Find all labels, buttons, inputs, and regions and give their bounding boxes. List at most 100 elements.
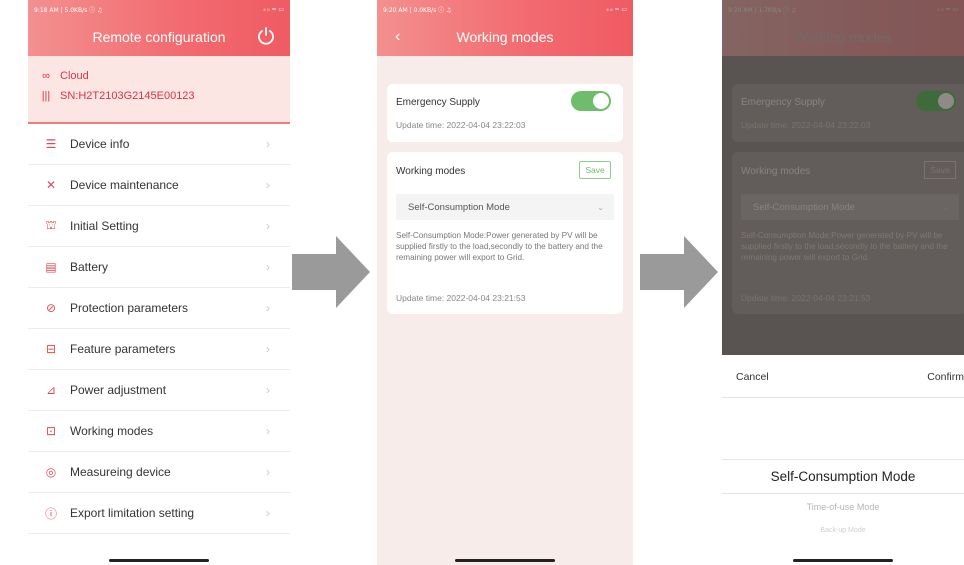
- menu-item-label: Working modes: [70, 424, 154, 438]
- status-right: ᵢₗ ᵢₗ ≈ ▭: [606, 5, 627, 13]
- connection-info: ∞ Cloud ||| SN:H2T2103G2145E00123: [28, 56, 290, 124]
- arrow-right-icon: [292, 236, 370, 308]
- header: 9:20 AM | 1.7KB/s ⓘ ♫ ᵢₗ ᵢₗ ≈ ▭ ‹ Workin…: [722, 0, 964, 56]
- menu-item-label: Initial Setting: [70, 219, 139, 233]
- mode-description: Self-Consumption Mode:Power generated by…: [396, 231, 603, 262]
- cloud-label: Cloud: [60, 70, 89, 82]
- page-title: Remote configuration: [92, 29, 226, 45]
- mode-select[interactable]: Self-Consumption Mode ⌄: [396, 194, 614, 220]
- selected-mode: Self-Consumption Mode: [408, 201, 510, 213]
- picker-option-time-of-use[interactable]: Time-of-use Mode: [722, 502, 964, 512]
- menu-item[interactable]: ☰ Device info ›: [28, 124, 290, 165]
- menu-item[interactable]: ⛫ Initial Setting ›: [28, 206, 290, 247]
- mode-select: Self-Consumption Mode ⌄: [741, 194, 959, 220]
- chevron-right-icon: ›: [266, 219, 270, 233]
- picker-option-backup[interactable]: Back-up Mode: [722, 527, 964, 534]
- modes-update-time: Update time: 2022-04-04 23:21:53: [741, 293, 871, 303]
- battery-icon: ▤: [45, 260, 57, 274]
- home-indicator: [455, 559, 555, 562]
- menu-item-label: Device info: [70, 137, 130, 151]
- selection-divider-bottom: [722, 493, 964, 494]
- mode-description: Self-Consumption Mode:Power generated by…: [741, 231, 948, 262]
- status-bar: 9:18 AM | 5.0KB/s ⓘ ♫ ᵢₗ ᵢₗ ≈ ▭: [28, 0, 290, 18]
- emergency-supply-toggle[interactable]: [571, 91, 611, 111]
- menu-item-label: Power adjustment: [70, 383, 167, 397]
- modes-update-time: Update time: 2022-04-04 23:21:53: [396, 293, 526, 303]
- menu-item[interactable]: ▤ Battery ›: [28, 247, 290, 288]
- working-modes-card: Working modes Save Self-Consumption Mode…: [732, 152, 964, 314]
- menu-item[interactable]: ⊘ Protection parameters ›: [28, 288, 290, 329]
- working-modes-label: Working modes: [396, 166, 466, 177]
- back-icon: ‹: [740, 28, 746, 45]
- save-button[interactable]: Save: [579, 161, 611, 179]
- chevron-down-icon: ⌄: [597, 202, 604, 212]
- chevron-right-icon: ›: [266, 260, 270, 274]
- confirm-button[interactable]: Confirm: [927, 371, 964, 383]
- home-indicator: [793, 559, 893, 562]
- toggle-knob: [938, 93, 954, 109]
- status-left: 9:20 AM | 0.0KB/s ⓘ ♫: [383, 6, 452, 14]
- menu-item[interactable]: ⊿ Power adjustment ›: [28, 370, 290, 411]
- emergency-supply-toggle: [916, 91, 956, 111]
- info-circle-icon: ⓘ: [44, 506, 57, 521]
- working-modes-screen: 9:20 AM | 0.0KB/s ⓘ ♫ ᵢₗ ᵢₗ ≈ ▭ ‹ Workin…: [377, 0, 633, 565]
- back-icon[interactable]: ‹: [395, 28, 400, 46]
- chevron-right-icon: ›: [266, 424, 270, 438]
- menu-item-label: Export limitation setting: [70, 506, 195, 520]
- link-icon: ∞: [42, 70, 50, 82]
- power-icon[interactable]: [256, 26, 276, 46]
- header: 9:20 AM | 0.0KB/s ⓘ ♫ ᵢₗ ᵢₗ ≈ ▭ ‹ Workin…: [377, 0, 633, 56]
- toolbox-icon: ⊟: [45, 342, 57, 356]
- menu-item[interactable]: ✕ Device maintenance ›: [28, 165, 290, 206]
- home-indicator: [109, 559, 209, 562]
- menu-item[interactable]: ◎ Measureing device ›: [28, 452, 290, 493]
- divider: [722, 397, 964, 398]
- menu-item[interactable]: ⊡ Working modes ›: [28, 411, 290, 452]
- emergency-supply-label: Emergency Supply: [396, 97, 480, 108]
- chart-adjust-icon: ⊿: [45, 383, 57, 397]
- menu-item[interactable]: ⊟ Feature parameters ›: [28, 329, 290, 370]
- chevron-right-icon: ›: [266, 383, 270, 397]
- status-right: ᵢₗ ᵢₗ ≈ ▭: [263, 5, 284, 13]
- emergency-supply-label: Emergency Supply: [741, 97, 825, 108]
- selected-mode: Self-Consumption Mode: [753, 201, 855, 213]
- working-modes-picker-screen: 9:20 AM | 1.7KB/s ⓘ ♫ ᵢₗ ᵢₗ ≈ ▭ ‹ Workin…: [722, 0, 964, 565]
- emergency-update-time: Update time: 2022-04-04 23:22:03: [741, 120, 871, 130]
- dim-overlay[interactable]: 9:20 AM | 1.7KB/s ⓘ ♫ ᵢₗ ᵢₗ ≈ ▭ ‹ Workin…: [722, 0, 964, 355]
- save-button: Save: [924, 161, 956, 179]
- serial-row: ||| SN:H2T2103G2145E00123: [38, 86, 280, 106]
- wrench-screwdriver-icon: ✕: [45, 178, 57, 192]
- title-bar: ‹ Working modes: [722, 18, 964, 56]
- mode-picker-sheet: Cancel Confirm Self-Consumption Mode Tim…: [722, 355, 964, 565]
- picker-option-self-consumption[interactable]: Self-Consumption Mode: [722, 469, 964, 484]
- serial-number: SN:H2T2103G2145E00123: [60, 90, 195, 102]
- emergency-supply-card: Emergency Supply Update time: 2022-04-04…: [387, 84, 623, 142]
- toggle-knob: [593, 93, 609, 109]
- emergency-supply-card: Emergency Supply Update time: 2022-04-04…: [732, 84, 964, 142]
- header: 9:18 AM | 5.0KB/s ⓘ ♫ ᵢₗ ᵢₗ ≈ ▭ Remote c…: [28, 0, 290, 56]
- building-icon: ⛫: [45, 218, 57, 232]
- cancel-button[interactable]: Cancel: [736, 371, 769, 383]
- menu-item-label: Measureing device: [70, 465, 171, 479]
- chevron-down-icon: ⌄: [942, 202, 949, 212]
- page-title: Working modes: [456, 29, 554, 45]
- cloud-row: ∞ Cloud: [38, 66, 280, 86]
- mode-icon: ⊡: [45, 424, 57, 438]
- page-title: Working modes: [794, 29, 892, 45]
- menu-item-label: Protection parameters: [70, 301, 189, 315]
- document-list-icon: ☰: [45, 137, 57, 151]
- menu-item-label: Feature parameters: [70, 342, 176, 356]
- chevron-right-icon: ›: [266, 301, 270, 315]
- menu-item[interactable]: ⓘ Export limitation setting ›: [28, 493, 290, 534]
- status-left: 9:20 AM | 1.7KB/s ⓘ ♫: [728, 6, 797, 14]
- status-right: ᵢₗ ᵢₗ ≈ ▭: [937, 5, 958, 13]
- working-modes-label: Working modes: [741, 166, 811, 177]
- shield-circle-icon: ⊘: [45, 301, 57, 315]
- chevron-right-icon: ›: [266, 178, 270, 192]
- chevron-right-icon: ›: [266, 342, 270, 356]
- meter-icon: ◎: [45, 465, 57, 479]
- status-bar: 9:20 AM | 1.7KB/s ⓘ ♫ ᵢₗ ᵢₗ ≈ ▭: [722, 0, 964, 18]
- selection-divider-top: [722, 459, 964, 460]
- status-bar: 9:20 AM | 0.0KB/s ⓘ ♫ ᵢₗ ᵢₗ ≈ ▭: [377, 0, 633, 18]
- status-left: 9:18 AM | 5.0KB/s ⓘ ♫: [34, 6, 103, 14]
